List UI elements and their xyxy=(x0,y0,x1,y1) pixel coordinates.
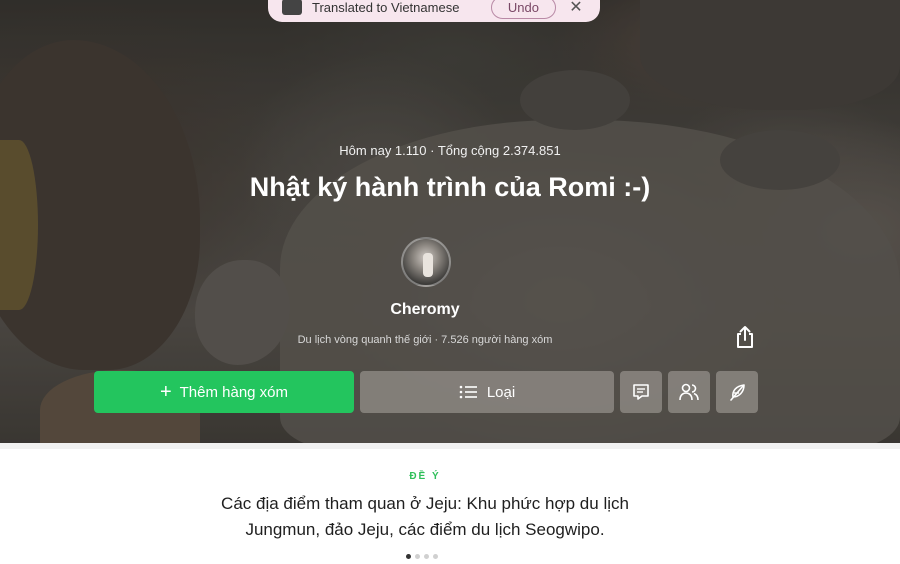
write-button[interactable] xyxy=(716,371,758,413)
undo-button[interactable]: Undo xyxy=(490,0,556,19)
translate-icon xyxy=(282,0,302,15)
neighbors-button[interactable] xyxy=(668,371,710,413)
share-button[interactable] xyxy=(732,323,758,351)
avatar[interactable] xyxy=(401,237,451,287)
blog-cover: Hôm nay 1.110 · Tổng cộng 2.374.851 Nhật… xyxy=(0,0,900,443)
suggestion-text[interactable]: Các địa điểm tham quan ở Jeju: Khu phức … xyxy=(200,491,650,543)
suggestion-section: ĐỀ Ý Các địa điểm tham quan ở Jeju: Khu … xyxy=(0,443,900,564)
visitor-stats: Hôm nay 1.110 · Tổng cộng 2.374.851 xyxy=(339,143,561,158)
carousel-pagination xyxy=(406,554,438,559)
comment-button[interactable] xyxy=(620,371,662,413)
comment-icon xyxy=(633,384,649,400)
translation-status: Translated to Vietnamese xyxy=(312,0,460,15)
carousel-dot[interactable] xyxy=(406,554,411,559)
people-icon xyxy=(679,383,699,401)
share-icon xyxy=(737,326,753,348)
add-neighbor-button[interactable]: + Thêm hàng xóm xyxy=(94,371,354,413)
author-subtitle: Du lịch vòng quanh thế giới · 7.526 ngườ… xyxy=(297,334,553,346)
carousel-dot[interactable] xyxy=(415,554,420,559)
carousel-dot[interactable] xyxy=(424,554,429,559)
suggestion-label: ĐỀ Ý xyxy=(409,471,441,482)
feather-icon xyxy=(730,384,745,401)
category-label: Loại xyxy=(486,383,516,401)
carousel-dot[interactable] xyxy=(433,554,438,559)
blog-title[interactable]: Nhật ký hành trình của Romi :-) xyxy=(0,172,900,203)
plus-icon: + xyxy=(159,381,172,403)
category-button[interactable]: Loại xyxy=(360,371,614,413)
translation-toast: Translated to Vietnamese Undo ✕ xyxy=(268,0,600,22)
list-icon xyxy=(459,385,477,399)
close-icon[interactable]: ✕ xyxy=(566,0,586,17)
author-name[interactable]: Cheromy xyxy=(0,301,850,319)
add-neighbor-label: Thêm hàng xóm xyxy=(179,383,289,401)
